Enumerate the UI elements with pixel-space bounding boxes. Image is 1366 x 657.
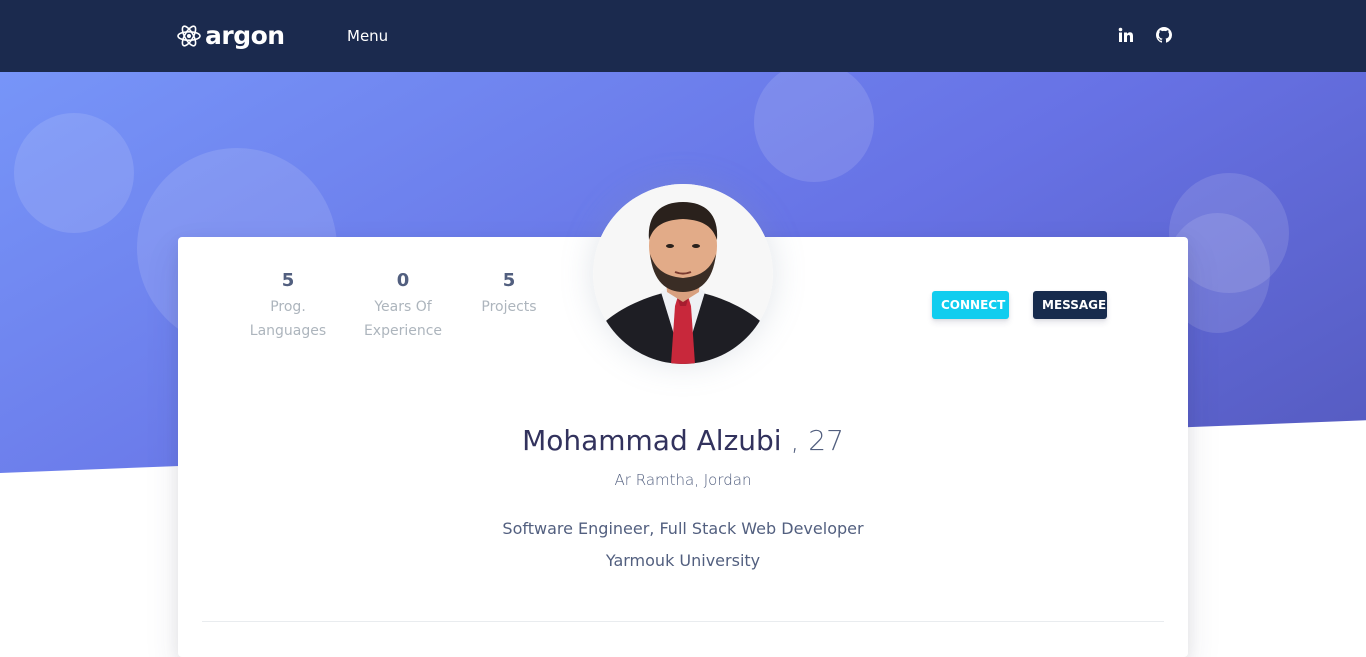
message-button[interactable]: MESSAGE xyxy=(1033,291,1107,319)
profile-job-title: Software Engineer, Full Stack Web Develo… xyxy=(502,519,864,538)
linkedin-icon[interactable] xyxy=(1118,27,1134,43)
social-links xyxy=(1118,27,1172,43)
profile-name: Mohammad Alzubi xyxy=(522,424,782,457)
decorative-circle xyxy=(754,72,874,182)
profile-name-line: Mohammad Alzubi , 27 xyxy=(178,423,1188,459)
stat-label: Projects xyxy=(481,299,537,315)
react-atom-icon xyxy=(177,25,201,47)
stat-value: 5 xyxy=(502,270,516,291)
decorative-circle xyxy=(14,113,134,233)
connect-button[interactable]: CONNECT xyxy=(932,291,1009,319)
divider xyxy=(202,621,1164,622)
profile-location: Ar Ramtha, Jordan xyxy=(614,471,752,489)
stat-projects: 5 Projects xyxy=(449,269,569,319)
profile-age: , 27 xyxy=(781,424,844,457)
stat-value: 0 xyxy=(396,270,410,291)
stat-label: Prog. Languages xyxy=(249,299,327,339)
github-icon[interactable] xyxy=(1156,27,1172,43)
stat-languages: 5 Prog. Languages xyxy=(228,269,348,343)
brand-logo-link[interactable]: argon xyxy=(177,21,285,51)
stat-experience: 0 Years Of Experience xyxy=(343,269,463,343)
profile-card: 5 Prog. Languages 0 Years Of Experience … xyxy=(178,184,1188,657)
top-navbar: argon Menu xyxy=(0,0,1366,72)
profile-photo xyxy=(593,184,773,364)
stat-label: Years Of Experience xyxy=(363,299,443,339)
stat-value: 5 xyxy=(281,270,295,291)
brand-name: argon xyxy=(205,21,285,50)
nav-menu-link[interactable]: Menu xyxy=(347,27,388,45)
profile-education: Yarmouk University xyxy=(605,551,761,570)
profile-avatar xyxy=(593,184,773,364)
